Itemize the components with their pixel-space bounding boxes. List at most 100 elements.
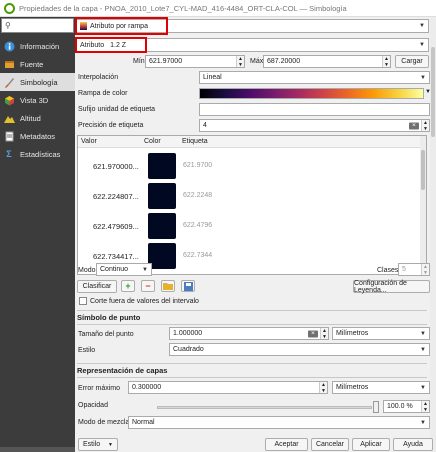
sidebar-scrollbar[interactable] [0, 447, 75, 452]
highlight-box [75, 17, 168, 35]
sidebar-item-label: Vista 3D [20, 95, 49, 105]
suffix-input[interactable] [199, 103, 430, 116]
opacity-label: Opacidad [78, 402, 108, 409]
max-error-unit: Milímetros [336, 384, 369, 391]
window-title: Propiedades de la capa - PNOA_2010_Lote7… [19, 3, 347, 13]
max-error-unit-select[interactable]: Milímetros ▼ [332, 381, 430, 394]
max-error-label: Error máximo [78, 385, 121, 392]
spin-arrows-icon[interactable]: ▲ ▼ [421, 120, 429, 132]
color-swatch[interactable] [148, 213, 176, 239]
mode-label: Modo [78, 267, 96, 274]
table-header: Valor Color Etiqueta [78, 136, 426, 148]
point-size-input[interactable]: 1.000000 ✕ ▲ ▼ [169, 327, 329, 340]
spin-arrows-icon[interactable]: ▲ ▼ [421, 264, 429, 276]
point-style-value: Cuadrado [173, 346, 204, 353]
row-value: 622.479609... [93, 222, 139, 231]
row-value: 622.224807... [93, 192, 139, 201]
classify-button[interactable]: Clasificar [77, 280, 117, 293]
interpolation-select[interactable]: Lineal ▼ [199, 71, 430, 84]
point-style-select[interactable]: Cuadrado ▼ [169, 343, 430, 356]
table-scrollbar-thumb[interactable] [421, 150, 425, 190]
color-swatch[interactable] [148, 183, 176, 209]
table-row[interactable]: 622.479609... 622.4796 [78, 211, 426, 241]
spin-arrows-icon[interactable]: ▲ ▼ [382, 56, 390, 68]
sidebar-item-estadisticas[interactable]: Σ Estadísticas [0, 145, 75, 163]
clear-icon[interactable]: ✕ [409, 122, 419, 129]
min-label: Mín [133, 58, 145, 65]
load-button[interactable]: Cargar [395, 55, 429, 68]
table-row[interactable]: 622.224807... 622.2248 [78, 181, 426, 211]
row-label: 622.7344 [183, 252, 213, 259]
color-swatch[interactable] [148, 153, 176, 179]
clear-icon[interactable]: ✕ [308, 330, 318, 337]
sidebar-item-fuente[interactable]: Fuente [0, 55, 75, 73]
point-size-value: 1.000000 [173, 330, 203, 337]
opacity-input[interactable]: 100.0 % ▲ ▼ [383, 400, 430, 413]
max-value: 687.20000 [267, 58, 301, 65]
chevron-down-icon: ▼ [420, 330, 426, 337]
source-icon [3, 58, 15, 70]
accept-button[interactable]: Aceptar [265, 438, 308, 451]
save-icon[interactable] [181, 280, 195, 292]
main-scrollbar-thumb[interactable] [431, 47, 435, 137]
blend-mode-value: Normal [132, 419, 155, 426]
divider [77, 377, 427, 378]
opacity-slider[interactable] [157, 406, 372, 409]
spin-arrows-icon[interactable]: ▲ ▼ [421, 401, 429, 413]
divider [77, 324, 427, 325]
chevron-down-icon: ▼ [420, 419, 426, 426]
remove-class-icon[interactable]: − [141, 280, 155, 292]
open-folder-icon[interactable] [161, 280, 175, 292]
sidebar-item-label: Simbología [20, 77, 58, 87]
max-error-input[interactable]: 0.300000 ▲ ▼ [128, 381, 328, 394]
classes-value: 5 [402, 266, 406, 273]
sidebar-item-altitud[interactable]: Altitud [0, 109, 75, 127]
min-value: 621.97000 [149, 58, 183, 65]
opacity-value: 100.0 % [387, 403, 413, 410]
color-swatch[interactable] [148, 243, 176, 269]
column-header-value[interactable]: Valor [81, 138, 97, 145]
mode-select[interactable]: Continuo ▼ [96, 263, 152, 276]
chevron-down-icon: ▼ [420, 74, 426, 81]
column-header-label[interactable]: Etiqueta [182, 138, 208, 145]
help-button[interactable]: Ayuda [393, 438, 433, 451]
min-input[interactable]: 621.97000 ▲ ▼ [145, 55, 245, 68]
sidebar-item-simbologia[interactable]: Simbología [0, 73, 75, 91]
opacity-slider-handle[interactable] [373, 401, 379, 413]
row-label: 622.2248 [183, 192, 213, 199]
search-icon: ⚲ [5, 21, 11, 30]
spin-arrows-icon[interactable]: ▲ ▼ [236, 56, 244, 68]
blend-mode-label: Modo de mezcla [78, 419, 130, 426]
table-row[interactable]: 621.970000... 621.9700 [78, 151, 426, 181]
classes-input[interactable]: 5 ▲ ▼ [398, 263, 430, 276]
sidebar-item-informacion[interactable]: Información [0, 37, 75, 55]
row-value: 621.970000... [93, 162, 139, 171]
legend-config-button[interactable]: Configuración de Leyenda... [353, 280, 430, 294]
point-size-unit-select[interactable]: Milímetros ▼ [332, 327, 430, 340]
sidebar-search-input[interactable]: ⚲ [1, 18, 74, 33]
precision-input[interactable]: 4 ✕ ▲ ▼ [199, 119, 430, 132]
max-input[interactable]: 687.20000 ▲ ▼ [263, 55, 391, 68]
clip-checkbox[interactable] [79, 297, 87, 305]
blend-mode-select[interactable]: Normal ▼ [128, 416, 430, 429]
sidebar-item-label: Fuente [20, 59, 44, 69]
precision-value: 4 [203, 122, 207, 129]
add-class-icon[interactable]: + [121, 280, 135, 292]
chevron-down-icon: ▼ [420, 346, 426, 353]
sidebar-item-vista3d[interactable]: Vista 3D [0, 91, 75, 109]
cube-icon [3, 94, 15, 106]
spin-arrows-icon[interactable]: ▲ ▼ [320, 328, 328, 340]
spin-arrows-icon[interactable]: ▲ ▼ [319, 382, 327, 394]
color-ramp-button[interactable] [199, 88, 424, 99]
point-symbol-section-title: Símbolo de punto [77, 313, 141, 322]
sidebar-item-metadatos[interactable]: Metadatos [0, 127, 75, 145]
style-menu-button[interactable]: Estilo ▼ [78, 438, 118, 451]
apply-button[interactable]: Aplicar [352, 438, 390, 451]
point-size-unit: Milímetros [336, 330, 369, 337]
column-header-color[interactable]: Color [144, 138, 161, 145]
style-menu-label: Estilo [83, 441, 101, 448]
main-panel: Atributo por rampa ▼ Atributo 1.2 Z ▼ Mí… [75, 17, 436, 452]
cancel-button[interactable]: Cancelar [311, 438, 349, 451]
paintbrush-icon [3, 76, 15, 88]
max-error-value: 0.300000 [132, 384, 162, 391]
